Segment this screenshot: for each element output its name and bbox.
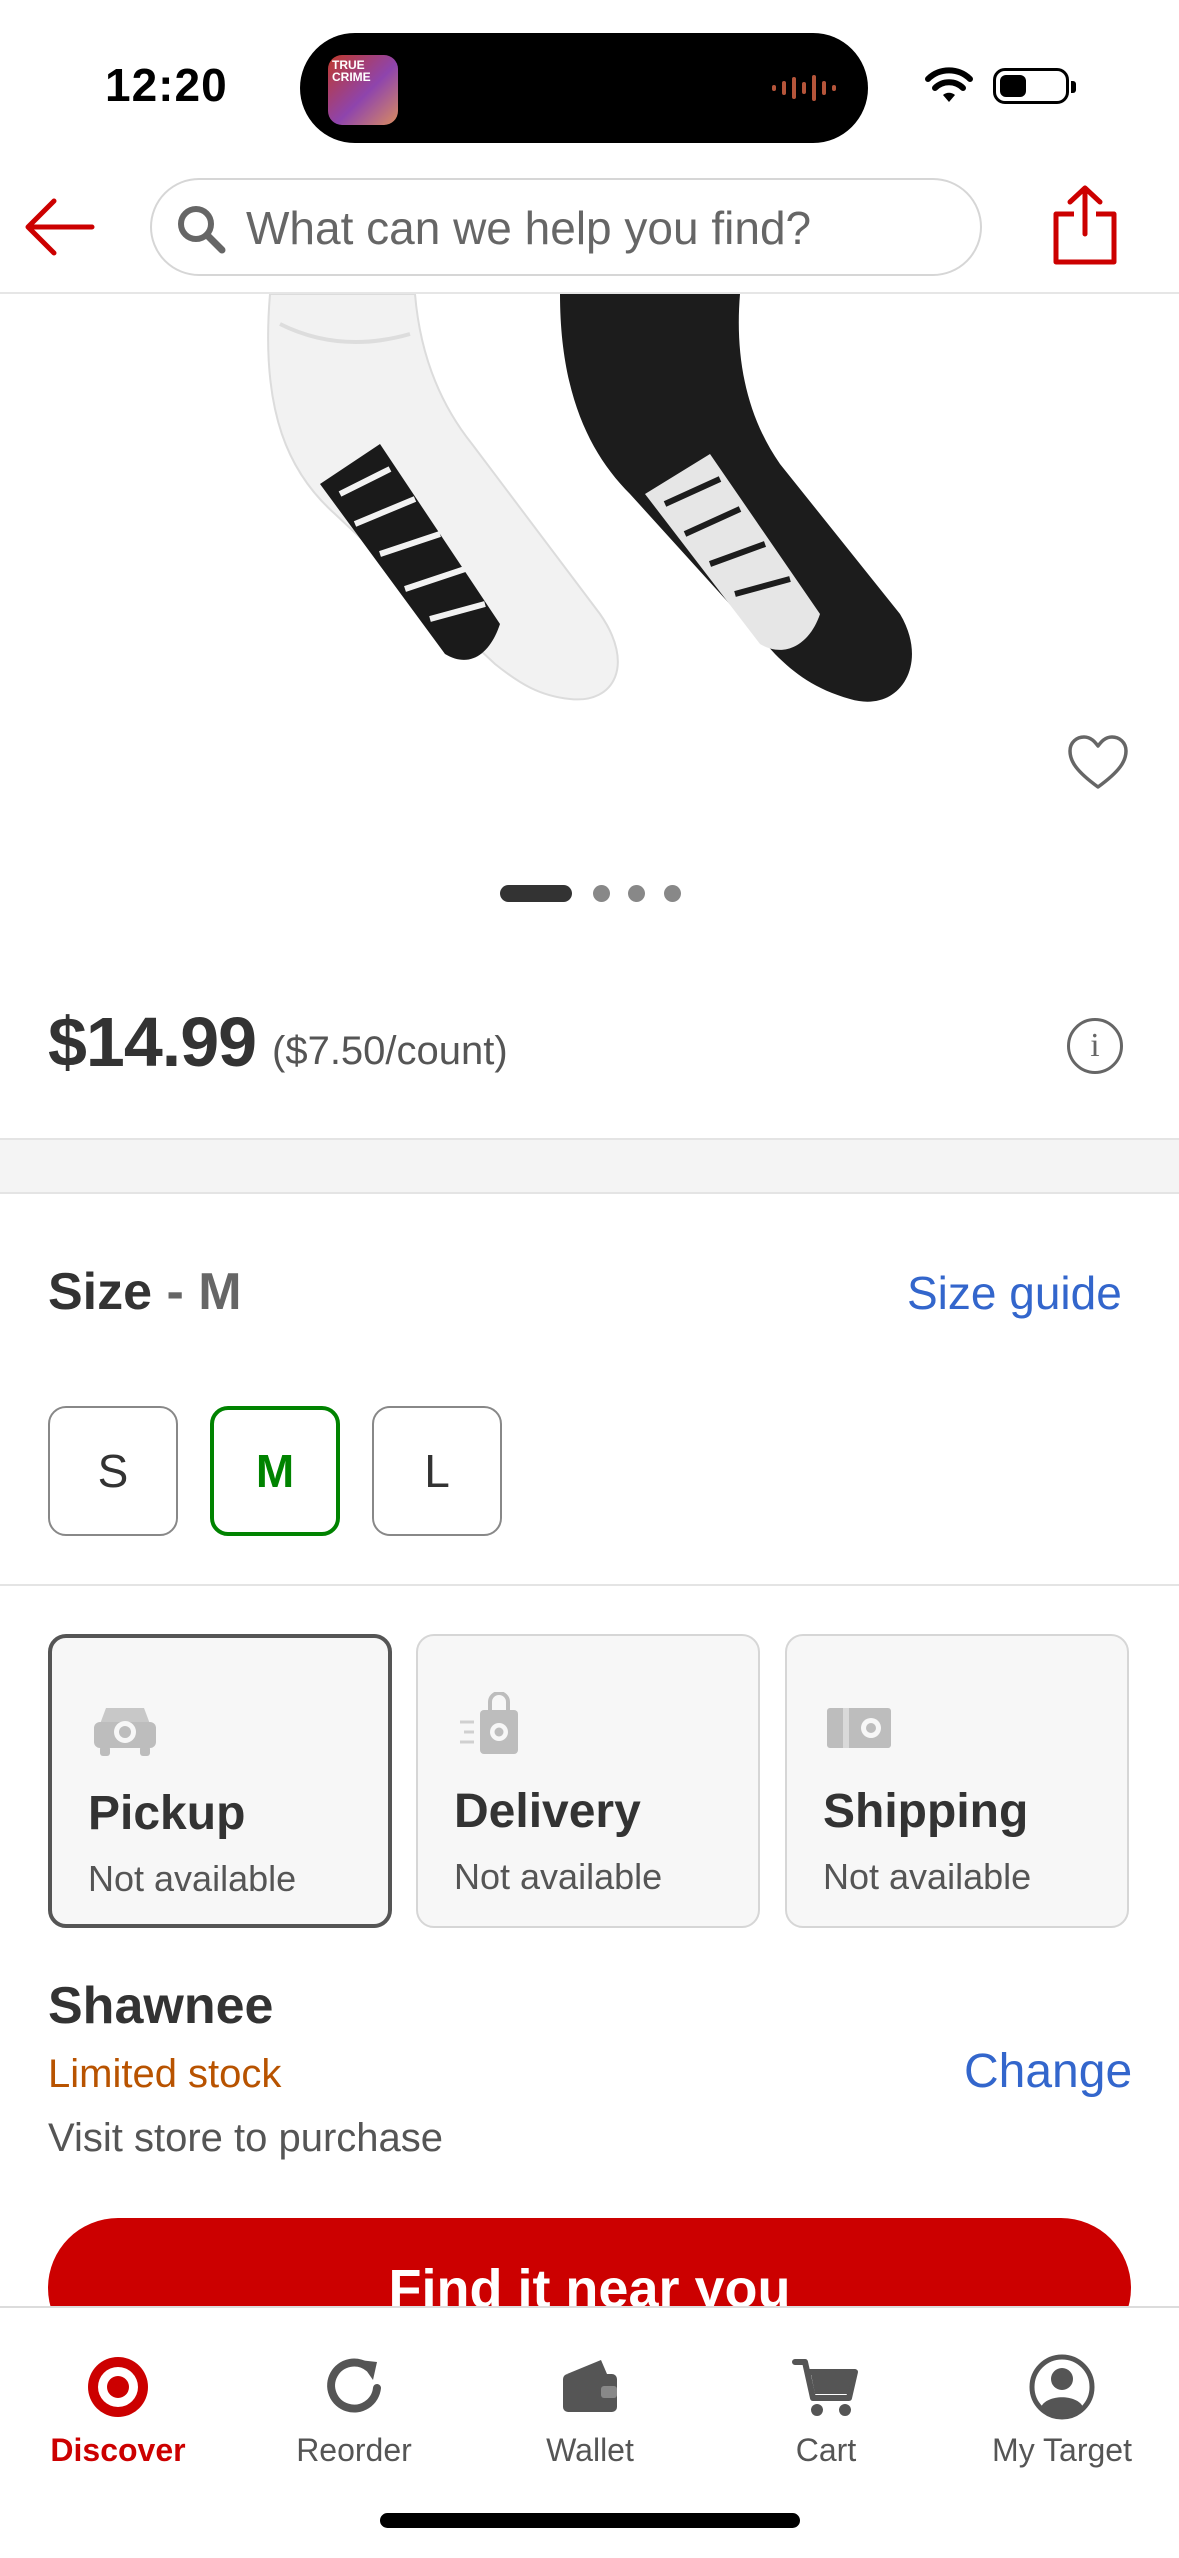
fulfillment-delivery[interactable]: Delivery Not available — [416, 1634, 760, 1928]
fulfillment-title: Delivery — [454, 1785, 641, 1838]
section-divider — [0, 1584, 1179, 1586]
tab-label: Wallet — [546, 2432, 634, 2468]
target-logo-icon — [88, 2357, 148, 2417]
size-guide-link[interactable]: Size guide — [907, 1266, 1122, 1320]
tab-label: Reorder — [296, 2432, 412, 2468]
share-icon[interactable] — [1050, 184, 1120, 266]
size-heading: Size - M — [48, 1263, 242, 1321]
size-option-s[interactable]: S — [48, 1406, 178, 1536]
change-store-link[interactable]: Change — [964, 2044, 1132, 2099]
reorder-icon — [327, 2358, 381, 2413]
cart-icon — [792, 2359, 858, 2416]
fulfillment-status: Not available — [454, 1856, 663, 1897]
search-bar[interactable] — [150, 178, 982, 276]
now-playing-artwork: TRUE CRIME — [328, 55, 398, 125]
store-note: Visit store to purchase — [48, 2116, 444, 2160]
fulfillment-title: Shipping — [823, 1785, 1029, 1838]
tab-label: My Target — [992, 2432, 1132, 2468]
size-option-m[interactable]: M — [210, 1406, 340, 1536]
fulfillment-pickup[interactable]: Pickup Not available — [48, 1634, 392, 1928]
tab-label: Discover — [50, 2432, 186, 2468]
fulfillment-shipping[interactable]: Shipping Not available — [785, 1634, 1129, 1928]
fulfillment-title: Pickup — [88, 1787, 246, 1840]
section-separator — [0, 1138, 1179, 1194]
image-pager-dot[interactable] — [664, 885, 681, 902]
dynamic-island[interactable]: TRUE CRIME — [300, 33, 868, 143]
tab-reorder[interactable]: Reorder — [236, 2308, 472, 2478]
shopping-bag-icon — [460, 1692, 518, 1754]
product-image[interactable] — [240, 294, 940, 714]
image-pager-dot[interactable] — [593, 885, 610, 902]
search-input[interactable] — [244, 198, 948, 258]
tab-label: Cart — [795, 2432, 857, 2468]
tab-my-target[interactable]: My Target — [944, 2308, 1179, 2478]
store-name: Shawnee — [48, 1977, 274, 2035]
search-icon — [178, 206, 226, 254]
wallet-icon — [563, 2360, 617, 2412]
wifi-icon — [925, 67, 973, 102]
home-indicator[interactable] — [380, 2513, 800, 2528]
image-pager-dot-active[interactable] — [500, 885, 572, 902]
image-pager-dot[interactable] — [628, 885, 645, 902]
product-price: $14.99 — [48, 1003, 257, 1081]
stock-status: Limited stock — [48, 2052, 282, 2096]
size-option-l[interactable]: L — [372, 1406, 502, 1536]
fulfillment-status: Not available — [88, 1858, 297, 1899]
audio-waveform-icon — [772, 75, 836, 101]
tab-discover[interactable]: Discover — [0, 2308, 236, 2478]
battery-icon — [993, 68, 1076, 104]
car-icon — [94, 1708, 156, 1756]
fulfillment-status: Not available — [823, 1856, 1032, 1897]
unit-price: ($7.50/count) — [272, 1029, 508, 1073]
tab-cart[interactable]: Cart — [708, 2308, 944, 2478]
status-time: 12:20 — [105, 59, 228, 111]
tab-wallet[interactable]: Wallet — [472, 2308, 708, 2478]
shipping-box-icon — [827, 1708, 891, 1748]
back-arrow-icon[interactable] — [22, 195, 98, 259]
favorite-heart-icon[interactable] — [1066, 733, 1130, 793]
info-icon[interactable]: i — [1067, 1018, 1123, 1074]
profile-icon — [1029, 2354, 1095, 2420]
selected-size: M — [198, 1263, 242, 1321]
